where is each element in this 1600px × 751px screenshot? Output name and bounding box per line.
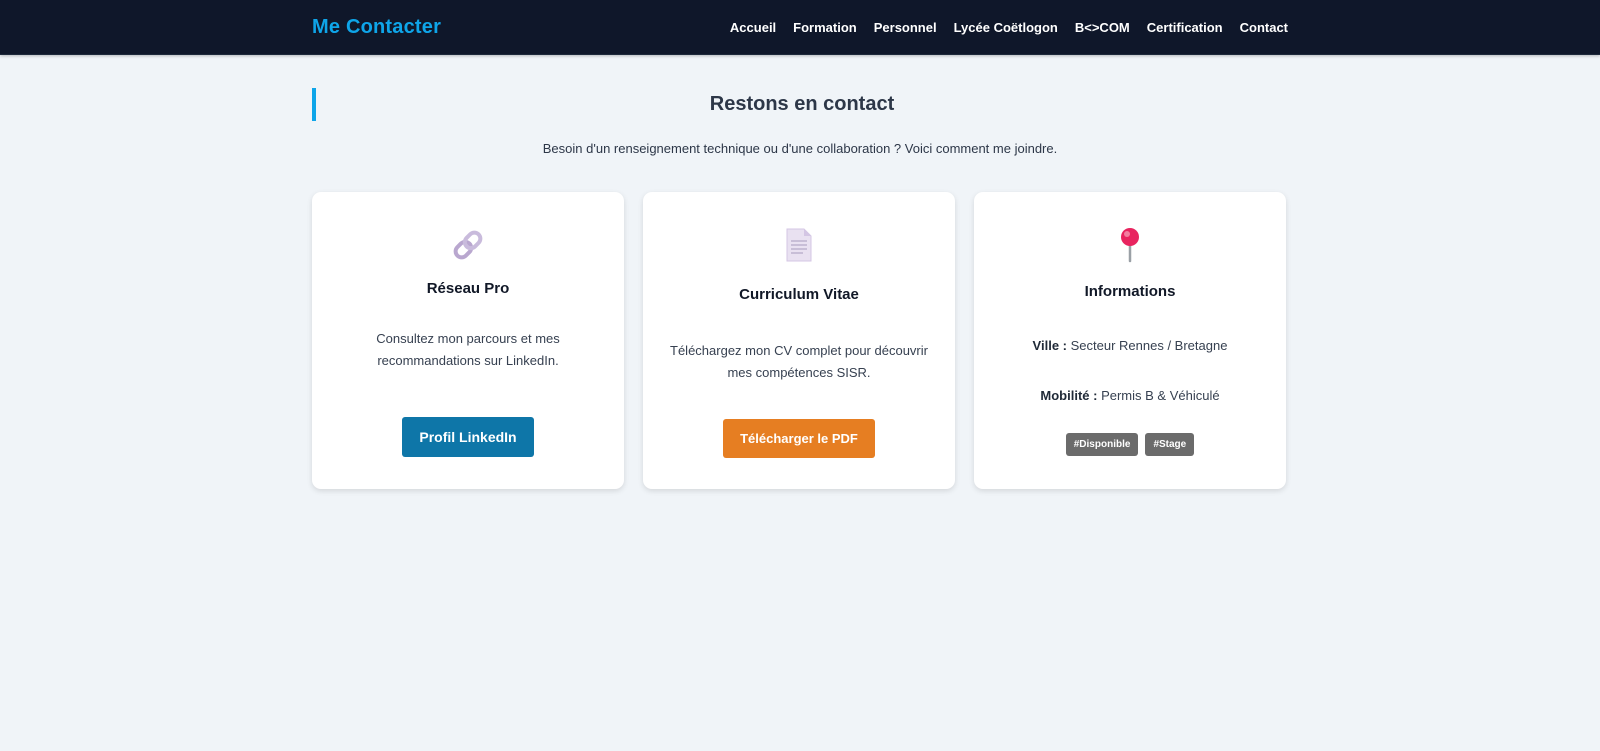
card-info-title: Informations	[1084, 283, 1176, 300]
card-network-text: Consultez mon parcours et mes recommanda…	[376, 331, 560, 368]
card-cv-title: Curriculum Vitae	[739, 286, 859, 303]
brand-title[interactable]: Me Contacter	[312, 16, 441, 39]
nav-link-accueil[interactable]: Accueil	[730, 20, 776, 35]
mobility-line: Mobilité : Permis B & Véhiculé	[1040, 388, 1219, 403]
contact-cards: Réseau Pro Consultez mon parcours et mes…	[312, 192, 1288, 489]
card-info: Informations Ville : Secteur Rennes / Br…	[974, 192, 1286, 489]
download-pdf-button[interactable]: Télécharger le PDF	[723, 419, 875, 458]
navbar-inner: Me Contacter Accueil Formation Personnel…	[312, 0, 1288, 55]
nav-link-certification[interactable]: Certification	[1147, 20, 1223, 35]
pushpin-icon	[1117, 226, 1143, 264]
mobility-value: Permis B & Véhiculé	[1101, 388, 1220, 403]
card-cv-text: Téléchargez mon CV complet pour découvri…	[670, 343, 928, 380]
mobility-label: Mobilité :	[1040, 388, 1098, 403]
intro-text: Besoin d'un renseignement technique ou d…	[542, 141, 1058, 156]
city-value: Secteur Rennes / Bretagne	[1070, 338, 1228, 353]
nav-link-formation[interactable]: Formation	[793, 20, 857, 35]
top-navbar: Me Contacter Accueil Formation Personnel…	[0, 0, 1600, 55]
tag-stage: #Stage	[1145, 433, 1195, 456]
tag-disponible: #Disponible	[1065, 433, 1139, 456]
nav-link-lycee[interactable]: Lycée Coëtlogon	[954, 20, 1058, 35]
nav-links: Accueil Formation Personnel Lycée Coëtlo…	[730, 20, 1288, 35]
card-network-title: Réseau Pro	[426, 280, 510, 297]
card-network: Réseau Pro Consultez mon parcours et mes…	[312, 192, 624, 489]
document-icon	[785, 226, 813, 264]
link-icon	[450, 226, 486, 264]
linkedin-profile-button[interactable]: Profil LinkedIn	[402, 417, 534, 457]
main-content: Restons en contact Besoin d'un renseigne…	[312, 55, 1288, 489]
city-line: Ville : Secteur Rennes / Bretagne	[1033, 338, 1228, 353]
tag-list: #Disponible #Stage	[1065, 433, 1195, 456]
nav-link-contact[interactable]: Contact	[1240, 20, 1288, 35]
nav-link-bcom[interactable]: B<>COM	[1075, 20, 1130, 35]
card-cv: Curriculum Vitae Téléchargez mon CV comp…	[643, 192, 955, 489]
nav-link-personnel[interactable]: Personnel	[874, 20, 937, 35]
section-title-bar: Restons en contact	[312, 88, 1288, 121]
city-label: Ville :	[1032, 338, 1067, 353]
page-title: Restons en contact	[709, 93, 895, 115]
